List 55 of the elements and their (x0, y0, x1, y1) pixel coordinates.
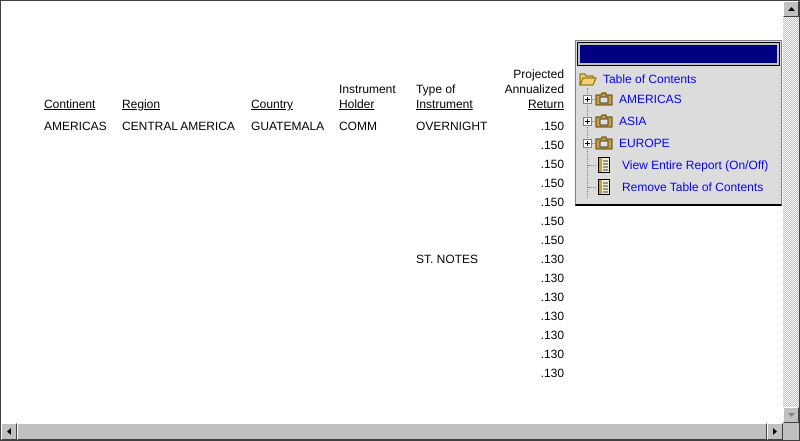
scroll-left-button[interactable] (1, 423, 17, 440)
folder-icon (595, 92, 613, 106)
vertical-scrollbar[interactable] (783, 1, 799, 423)
table-cell: .150 (540, 157, 564, 171)
expand-icon[interactable] (583, 138, 592, 148)
table-cell: .150 (540, 119, 564, 133)
expand-icon[interactable] (583, 94, 592, 104)
column-header: Instrument (339, 82, 396, 97)
toc-link[interactable]: ASIA (619, 112, 646, 130)
toc-link[interactable]: Remove Table of Contents (622, 178, 764, 196)
column-header: Continent (44, 97, 96, 112)
table-cell: .130 (540, 309, 564, 323)
document-icon (598, 179, 610, 195)
column-header: Projected (513, 67, 564, 82)
table-cell: .130 (540, 271, 564, 285)
scroll-up-button[interactable] (783, 1, 799, 17)
column-header: Instrument (416, 97, 473, 112)
table-cell: .130 (540, 252, 564, 266)
table-cell: .150 (540, 233, 564, 247)
right-arrow-icon (773, 428, 777, 435)
document-icon (598, 157, 610, 173)
open-folder-icon (579, 72, 597, 86)
table-cell: .150 (540, 176, 564, 190)
down-arrow-icon (788, 413, 794, 417)
scroll-right-button[interactable] (767, 423, 783, 440)
table-cell: .130 (540, 366, 564, 380)
toc-link[interactable]: EUROPE (619, 134, 670, 152)
toc-root-link[interactable]: Table of Contents (603, 70, 696, 88)
up-arrow-icon (788, 7, 794, 11)
table-cell: AMERICAS (44, 119, 107, 133)
toc-link[interactable]: AMERICAS (619, 90, 682, 108)
column-header: Return (528, 97, 564, 112)
left-arrow-icon (7, 428, 11, 435)
column-header: Type of (416, 82, 456, 97)
table-cell: COMM (339, 119, 377, 133)
scrollbar-corner (783, 423, 799, 440)
table-cell: .130 (540, 290, 564, 304)
table-cell: .150 (540, 214, 564, 228)
table-cell: GUATEMALA (251, 119, 324, 133)
column-header: Annualized (504, 82, 564, 97)
table-cell: .150 (540, 195, 564, 209)
scroll-down-button[interactable] (783, 407, 799, 423)
folder-icon (595, 136, 613, 150)
table-cell: CENTRAL AMERICA (122, 119, 235, 133)
table-cell: OVERNIGHT (416, 119, 488, 133)
table-cell: .130 (540, 347, 564, 361)
column-header: Holder (339, 97, 374, 112)
table-cell: ST. NOTES (416, 252, 478, 266)
column-header: Region (122, 97, 160, 112)
toc-link[interactable]: View Entire Report (On/Off) (622, 156, 768, 174)
column-header: Country (251, 97, 294, 112)
expand-icon[interactable] (583, 116, 592, 126)
table-cell: .130 (540, 328, 564, 342)
table-cell: .150 (540, 138, 564, 152)
folder-icon (595, 114, 613, 128)
